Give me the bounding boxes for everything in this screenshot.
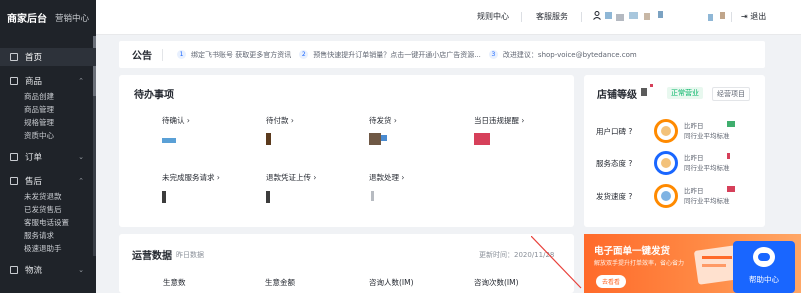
todo-item-to-pay[interactable]: 待付款 › [266,115,294,126]
ops-column: 生意数 [163,278,186,287]
logout-icon: ⇥ [741,12,748,21]
score-ring [654,119,678,143]
todo-item-refund-process[interactable]: 退款处理 › [369,172,404,183]
sidebar-item-label: 首页 [25,53,43,63]
sidebar-item-label: 订单 [25,153,43,163]
sidebar-item-aftersale[interactable]: 售后 ⌃ [0,172,96,190]
sidebar-subitem[interactable]: 已发货售后 [0,203,96,216]
count-redacted [162,138,176,143]
annotation-arrow [531,236,582,289]
divider [731,12,732,22]
sidebar-subitem[interactable]: 未发货退款 [0,190,96,203]
brand-title[interactable]: 商家后台 [7,10,47,25]
chevron-up-icon: ⌃ [78,77,84,85]
aftersale-icon [10,177,18,185]
sidebar-item-product[interactable]: 商品 ⌃ [0,72,96,90]
sidebar-item-label: 商品 [25,77,43,87]
sidebar-item-logistics[interactable]: 物流 ⌄ [0,261,96,279]
sidebar-subitem[interactable]: 规格管理 [0,116,96,129]
metric-service: 服务态度 ? 比昨日 同行业平均标准 [596,151,730,175]
customer-service-link[interactable]: 客服服务 [536,11,568,22]
metric-shipping: 发货速度 ? 比昨日 同行业平均标准 [596,184,735,208]
ops-column: 咨询次数(IM) [474,278,519,287]
topbar: 规则中心 客服服务 ⇥ 退出 [96,0,801,35]
logistics-icon [10,266,18,274]
divider [521,12,522,22]
notice-item[interactable]: 3 改进建议：shop-voice@bytedance.com [488,50,637,60]
product-icon [10,77,18,85]
metric-reputation: 用户口碑 ? 比昨日 同行业平均标准 [596,119,735,143]
business-scope-link[interactable]: 经营项目 [712,87,750,101]
account-name-redacted [605,12,612,19]
sidebar-item-label: 物流 [25,266,43,276]
todo-item-refund-proof[interactable]: 退款凭证上传 › [266,172,316,183]
user-icon[interactable] [593,11,601,20]
todo-card: 待办事项 待确认 › 待付款 › 待发货 › 当日违规提醒 › 未完成服务请求 … [119,75,574,227]
sidebar: 商家后台 营销中心 首页 商品 ⌃ 商品创建 商品管理 规格管理 资质中心 订单… [0,0,96,293]
todo-item-to-confirm[interactable]: 待确认 › [162,115,190,126]
ops-subtitle: 昨日数据 [176,251,204,259]
home-icon [10,53,18,61]
order-icon [10,153,18,161]
banner-button[interactable]: 去看看 [596,275,627,288]
todo-item-to-ship[interactable]: 待发货 › [369,115,397,126]
banner-title: 电子面单一键发货 [594,246,671,257]
logout-button[interactable]: ⇥ 退出 [741,11,766,22]
sidebar-scrollbar[interactable] [93,36,96,256]
help-center-button[interactable]: 帮助中心 [733,241,795,293]
rules-center-link[interactable]: 规则中心 [477,11,509,22]
sidebar-subitem[interactable]: 商品管理 [0,103,96,116]
status-badge: 正常营业 [667,87,703,99]
sidebar-subitem[interactable]: 服务请求 [0,229,96,242]
notice-bar: 公告 1 绑定飞书账号 获取更多官方资讯 2 预售快速提升订单销量？点击一键开通… [119,41,765,68]
notice-item[interactable]: 2 预售快速提升订单销量？点击一键开通小店广告资源... [299,50,481,60]
ops-column: 生意金额 [265,278,295,287]
score-ring [654,184,678,208]
notice-title: 公告 [132,51,152,62]
chevron-up-icon: ⌃ [78,177,84,185]
store-level-title: 店铺等级 [597,90,637,101]
sidebar-subitem[interactable]: 资质中心 [0,129,96,142]
sidebar-item-label: 售后 [25,177,43,187]
notice-item[interactable]: 1 绑定飞书账号 获取更多官方资讯 [177,50,291,60]
banner-subtitle: 解放双手提升打单效率，省心省力 [594,260,685,267]
score-ring [654,151,678,175]
todo-item-service-requests[interactable]: 未完成服务请求 › [162,172,220,183]
ops-title: 运营数据 [132,251,172,262]
chevron-down-icon: ⌄ [78,153,84,161]
support-icon [753,247,775,267]
brand: 商家后台 营销中心 [0,0,96,35]
sidebar-item-home[interactable]: 首页 [0,48,96,66]
todo-title: 待办事项 [134,90,174,101]
ops-column: 咨询人数(IM) [369,278,414,287]
sidebar-subitem[interactable]: 极速退助手 [0,242,96,255]
brand-subtitle[interactable]: 营销中心 [55,12,89,24]
chevron-down-icon: ⌄ [78,266,84,274]
sidebar-subitem[interactable]: 客服电话设置 [0,216,96,229]
todo-item-violations[interactable]: 当日违规提醒 › [474,115,524,126]
sidebar-subitem[interactable]: 商品创建 [0,90,96,103]
store-level-card: 店铺等级 正常营业 经营项目 用户口碑 ? 比昨日 同行业平均标准 服务态度 ?… [584,75,765,227]
sidebar-item-order[interactable]: 订单 ⌄ [0,148,96,166]
divider [581,12,582,22]
